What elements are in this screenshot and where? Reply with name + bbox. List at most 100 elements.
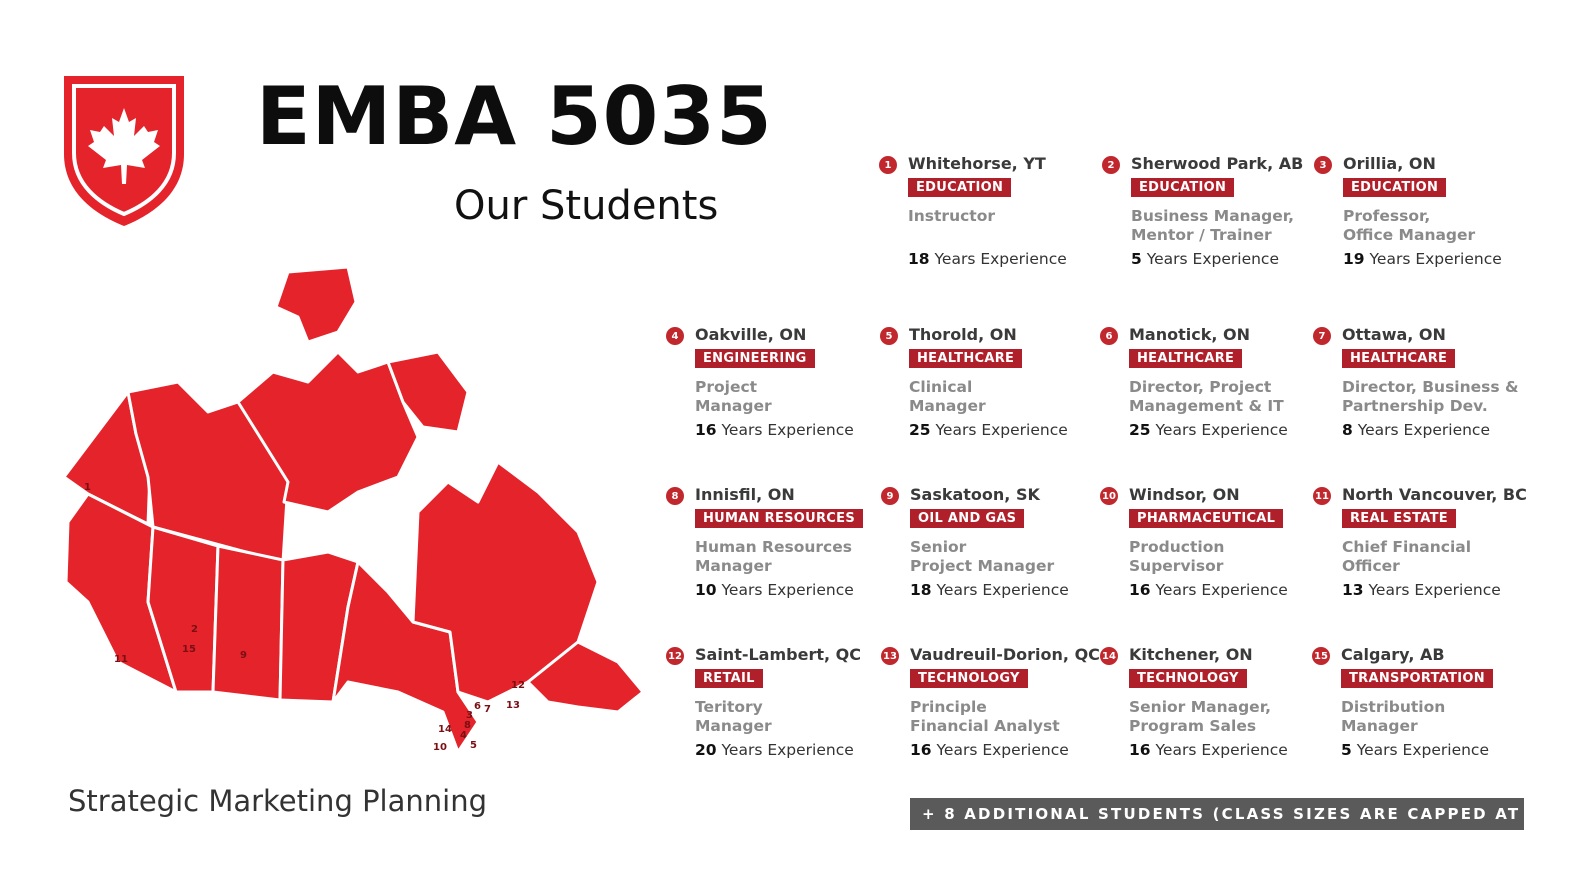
experience-label: Years Experience bbox=[1155, 581, 1288, 599]
student-number-badge: 8 bbox=[666, 487, 684, 505]
map-marker: 2 bbox=[191, 624, 198, 635]
student-number-badge: 2 bbox=[1102, 156, 1120, 174]
experience-label: Years Experience bbox=[1146, 250, 1279, 268]
student-role-line2: Financial Analyst bbox=[910, 717, 1060, 735]
student-experience: 8 Years Experience bbox=[1342, 421, 1490, 439]
experience-label: Years Experience bbox=[935, 421, 1068, 439]
course-name: Strategic Marketing Planning bbox=[68, 784, 487, 818]
student-card: 9 Saskatoon, SK OIL AND GAS Senior Proje… bbox=[881, 485, 1101, 607]
student-number-badge: 6 bbox=[1100, 327, 1118, 345]
student-card: 7 Ottawa, ON HEALTHCARE Director, Busine… bbox=[1313, 325, 1533, 447]
student-role-line2: Manager bbox=[1341, 717, 1418, 735]
student-experience: 20 Years Experience bbox=[695, 741, 854, 759]
student-role-line2: Partnership Dev. bbox=[1342, 397, 1488, 415]
student-city: Innisfil, ON bbox=[695, 485, 795, 504]
student-role: Director, Project Management & IT bbox=[1129, 378, 1284, 416]
industry-tag: EDUCATION bbox=[1343, 178, 1447, 197]
map-marker: 5 bbox=[470, 740, 477, 751]
student-experience: 25 Years Experience bbox=[1129, 421, 1288, 439]
student-experience: 19 Years Experience bbox=[1343, 250, 1502, 268]
student-role: Instructor bbox=[908, 207, 995, 226]
map-marker: 1 bbox=[84, 482, 91, 493]
student-card: 1 Whitehorse, YT EDUCATION Instructor 18… bbox=[879, 154, 1099, 276]
experience-label: Years Experience bbox=[1369, 250, 1502, 268]
experience-label: Years Experience bbox=[934, 250, 1067, 268]
maple-leaf-shield-icon bbox=[64, 76, 184, 226]
student-city: Kitchener, ON bbox=[1129, 645, 1253, 664]
student-card: 15 Calgary, AB TRANSPORTATION Distributi… bbox=[1312, 645, 1532, 767]
industry-tag: ENGINEERING bbox=[695, 349, 815, 368]
experience-label: Years Experience bbox=[721, 421, 854, 439]
industry-tag: EDUCATION bbox=[908, 178, 1012, 197]
student-experience: 5 Years Experience bbox=[1131, 250, 1279, 268]
student-experience: 16 Years Experience bbox=[695, 421, 854, 439]
student-role-line1: Professor, bbox=[1343, 207, 1431, 225]
experience-label: Years Experience bbox=[721, 581, 854, 599]
student-role-line1: Director, Project bbox=[1129, 378, 1272, 396]
map-marker: 6 bbox=[474, 701, 481, 712]
student-card: 3 Orillia, ON EDUCATION Professor, Offic… bbox=[1314, 154, 1534, 276]
student-city: Whitehorse, YT bbox=[908, 154, 1046, 173]
industry-tag: TECHNOLOGY bbox=[1129, 669, 1247, 688]
student-number-badge: 11 bbox=[1313, 487, 1331, 505]
student-role-line2: Manager bbox=[909, 397, 986, 415]
student-number-badge: 4 bbox=[666, 327, 684, 345]
student-role-line1: Senior Manager, bbox=[1129, 698, 1271, 716]
student-card: 8 Innisfil, ON HUMAN RESOURCES Human Res… bbox=[666, 485, 886, 607]
industry-tag: EDUCATION bbox=[1131, 178, 1235, 197]
student-role: Chief Financial Officer bbox=[1342, 538, 1471, 576]
student-role-line1: Project bbox=[695, 378, 758, 396]
student-city: Saint-Lambert, QC bbox=[695, 645, 861, 664]
student-role: Project Manager bbox=[695, 378, 772, 416]
student-card: 10 Windsor, ON PHARMACEUTICAL Production… bbox=[1100, 485, 1320, 607]
student-city: Orillia, ON bbox=[1343, 154, 1436, 173]
industry-tag: HEALTHCARE bbox=[1129, 349, 1243, 368]
student-experience: 10 Years Experience bbox=[695, 581, 854, 599]
industry-tag: OIL AND GAS bbox=[910, 509, 1025, 528]
industry-tag: HUMAN RESOURCES bbox=[695, 509, 863, 528]
experience-years: 5 bbox=[1131, 250, 1142, 268]
student-city: Calgary, AB bbox=[1341, 645, 1445, 664]
student-city: North Vancouver, BC bbox=[1342, 485, 1527, 504]
student-city: Sherwood Park, AB bbox=[1131, 154, 1304, 173]
student-experience: 18 Years Experience bbox=[910, 581, 1069, 599]
student-card: 13 Vaudreuil-Dorion, QC TECHNOLOGY Princ… bbox=[881, 645, 1101, 767]
student-role-line2: Management & IT bbox=[1129, 397, 1284, 415]
student-experience: 16 Years Experience bbox=[910, 741, 1069, 759]
student-city: Vaudreuil-Dorion, QC bbox=[910, 645, 1100, 664]
student-experience: 16 Years Experience bbox=[1129, 741, 1288, 759]
student-card: 6 Manotick, ON HEALTHCARE Director, Proj… bbox=[1100, 325, 1320, 447]
student-role-line1: Teritory bbox=[695, 698, 763, 716]
student-card: 4 Oakville, ON ENGINEERING Project Manag… bbox=[666, 325, 886, 447]
student-city: Saskatoon, SK bbox=[910, 485, 1040, 504]
student-role: Director, Business & Partnership Dev. bbox=[1342, 378, 1519, 416]
student-number-badge: 9 bbox=[881, 487, 899, 505]
student-experience: 13 Years Experience bbox=[1342, 581, 1501, 599]
page-subtitle: Our Students bbox=[454, 183, 719, 229]
student-role: Senior Project Manager bbox=[910, 538, 1054, 576]
student-role-line1: Principle bbox=[910, 698, 987, 716]
experience-years: 10 bbox=[695, 581, 717, 599]
student-card: 5 Thorold, ON HEALTHCARE Clinical Manage… bbox=[880, 325, 1100, 447]
student-role-line2: Officer bbox=[1342, 557, 1400, 575]
student-role: Clinical Manager bbox=[909, 378, 986, 416]
student-experience: 16 Years Experience bbox=[1129, 581, 1288, 599]
student-role-line1: Clinical bbox=[909, 378, 973, 396]
map-marker: 12 bbox=[511, 680, 525, 691]
student-number-badge: 12 bbox=[666, 647, 684, 665]
map-marker: 9 bbox=[240, 650, 247, 661]
student-role: Distribution Manager bbox=[1341, 698, 1445, 736]
student-role-line2: Office Manager bbox=[1343, 226, 1476, 244]
student-role-line2: Manager bbox=[695, 557, 772, 575]
additional-students-banner: + 8 ADDITIONAL STUDENTS (CLASS SIZES ARE… bbox=[910, 798, 1560, 830]
student-number-badge: 3 bbox=[1314, 156, 1332, 174]
student-role-line2: Program Sales bbox=[1129, 717, 1257, 735]
student-role: Senior Manager, Program Sales bbox=[1129, 698, 1271, 736]
experience-label: Years Experience bbox=[1368, 581, 1501, 599]
student-card: 14 Kitchener, ON TECHNOLOGY Senior Manag… bbox=[1100, 645, 1320, 767]
experience-years: 16 bbox=[1129, 741, 1151, 759]
student-role-line1: Chief Financial bbox=[1342, 538, 1472, 556]
experience-years: 5 bbox=[1341, 741, 1352, 759]
map-marker: 7 bbox=[484, 704, 491, 715]
student-number-badge: 10 bbox=[1100, 487, 1118, 505]
